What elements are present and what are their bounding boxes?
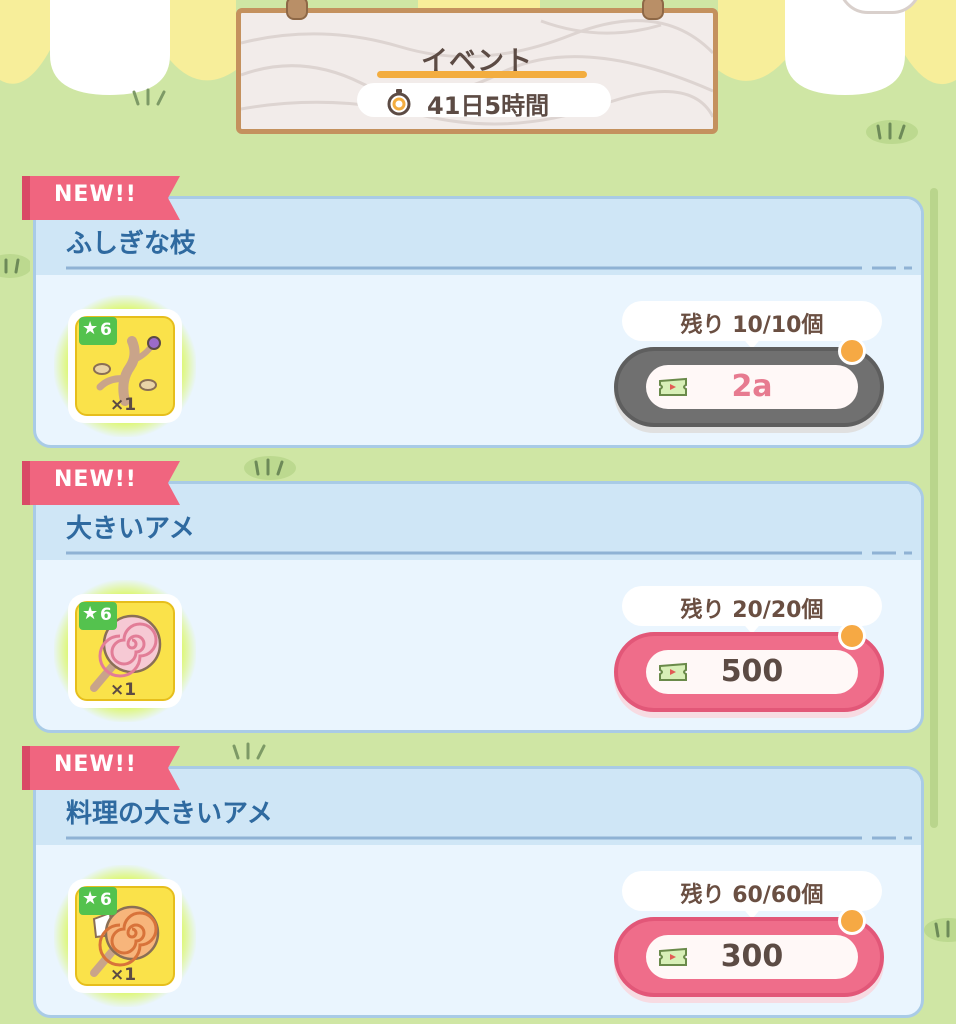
level-number: 6 (100, 890, 112, 910)
item-tile[interactable]: ★ 6 ×1 (54, 865, 196, 1007)
item-tile[interactable]: ★ 6 ×1 (54, 295, 196, 437)
level-badge: ★ 6 (79, 887, 117, 915)
timer-text: 41日5時間 (427, 92, 550, 120)
stock-remaining: 残り 10/10個 (680, 313, 824, 338)
divider (66, 551, 912, 555)
buy-button[interactable]: 300 (614, 907, 884, 997)
buy-button-disabled[interactable]: 2a (614, 337, 884, 427)
coin-icon (838, 622, 866, 650)
stock-bubble: 残り 20/20個 (622, 586, 882, 634)
grass-decoration (924, 918, 956, 942)
buy-button-face: 300 (646, 935, 858, 979)
buy-button-face: 500 (646, 650, 858, 694)
stock-bubble: 残り 10/10個 (622, 301, 882, 349)
event-timer: 41日5時間 (357, 83, 611, 120)
grass-decoration (866, 120, 918, 144)
new-label: NEW!! (54, 752, 137, 777)
grass-decoration (132, 88, 166, 106)
sign-rope-left (286, 0, 308, 20)
price-label: 300 (720, 939, 784, 974)
divider (66, 836, 912, 840)
grass-decoration (0, 254, 30, 278)
new-label: NEW!! (54, 467, 137, 492)
item-name: 大きいアメ (66, 514, 195, 544)
new-ribbon: NEW!! (22, 746, 180, 790)
item-tile[interactable]: ★ 6 ×1 (54, 580, 196, 722)
price-label: 2a (731, 369, 773, 404)
event-signboard: イベント 41日5時間 (236, 8, 718, 134)
grass-decoration (232, 742, 266, 760)
new-label: NEW!! (54, 182, 137, 207)
level-badge: ★ 6 (79, 602, 117, 630)
coin-icon (838, 907, 866, 935)
item-name: ふしぎな枝 (66, 229, 197, 259)
scrollbar[interactable] (930, 188, 938, 828)
stock-remaining: 残り 60/60個 (680, 883, 824, 908)
sign-rope-right (642, 0, 664, 20)
new-ribbon: NEW!! (22, 461, 180, 505)
buy-button-face: 2a (646, 365, 858, 409)
item-quantity: ×1 (110, 395, 137, 415)
price-label: 500 (720, 654, 784, 689)
shop-item-card: 料理の大きいアメ ★ 6 ×1 残り 60/60個 300 (33, 766, 924, 1018)
star-icon: ★ (82, 603, 99, 624)
buy-button[interactable]: 500 (614, 622, 884, 712)
stock-bubble: 残り 60/60個 (622, 871, 882, 919)
item-quantity: ×1 (110, 680, 137, 700)
shop-item-card: ふしぎな枝 ★ 6 ×1 残り 10/10個 2a (33, 196, 924, 448)
level-number: 6 (100, 605, 112, 625)
star-icon: ★ (82, 888, 99, 909)
shop-item-card: 大きいアメ ★ 6 ×1 残り 20/20個 500 (33, 481, 924, 733)
grass-decoration (244, 456, 296, 480)
level-badge: ★ 6 (79, 317, 117, 345)
coin-icon (838, 337, 866, 365)
level-number: 6 (100, 320, 112, 340)
divider (66, 266, 912, 270)
title-underline (377, 71, 587, 78)
stock-remaining: 残り 20/20個 (680, 598, 824, 623)
item-quantity: ×1 (110, 965, 137, 985)
item-name: 料理の大きいアメ (66, 799, 273, 829)
star-icon: ★ (82, 318, 99, 339)
stopwatch-icon (387, 89, 411, 116)
new-ribbon: NEW!! (22, 176, 180, 220)
